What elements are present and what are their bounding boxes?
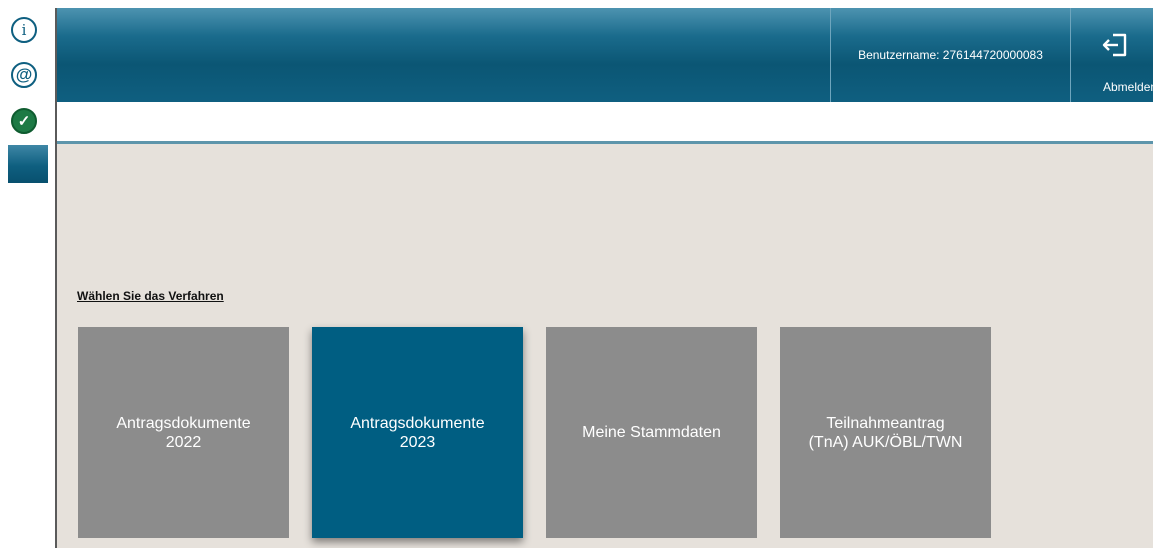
username-display: Benutzername: 276144720000083 [830,8,1071,102]
tile-label: Teilnahmeantrag (TnA) AUK/ÖBL/TWN [808,414,963,451]
left-sidebar: i @ ✓ [0,0,55,548]
tile-antragsdokumente-2023[interactable]: Antragsdokumente 2023 [312,327,523,538]
top-header: Benutzername: 276144720000083 Abmelden [57,8,1153,102]
tile-label: Antragsdokumente 2023 [350,414,485,451]
tile-teilnahmeantrag[interactable]: Teilnahmeantrag (TnA) AUK/ÖBL/TWN [780,327,991,538]
tile-label: Meine Stammdaten [582,424,721,441]
subheader-band [57,102,1153,141]
info-icon[interactable]: i [11,17,37,43]
tile-label: Antragsdokumente 2022 [116,414,251,451]
logout-icon [1102,33,1127,57]
main-content: Wählen Sie das Verfahren Antragsdokument… [57,144,1153,548]
username-text: Benutzername: 276144720000083 [858,48,1043,62]
check-icon[interactable]: ✓ [11,108,37,134]
logout-label: Abmelden [1103,80,1153,94]
tile-antragsdokumente-2022[interactable]: Antragsdokumente 2022 [78,327,289,538]
at-icon[interactable]: @ [11,62,37,88]
check-icon-glyph: ✓ [17,113,31,130]
at-icon-glyph: @ [15,65,33,84]
info-icon-glyph: i [21,21,27,39]
tile-meine-stammdaten[interactable]: Meine Stammdaten [546,327,757,538]
sidebar-menu-block[interactable] [8,145,48,183]
logout-button[interactable]: Abmelden [1071,8,1153,102]
section-title[interactable]: Wählen Sie das Verfahren [77,289,224,303]
